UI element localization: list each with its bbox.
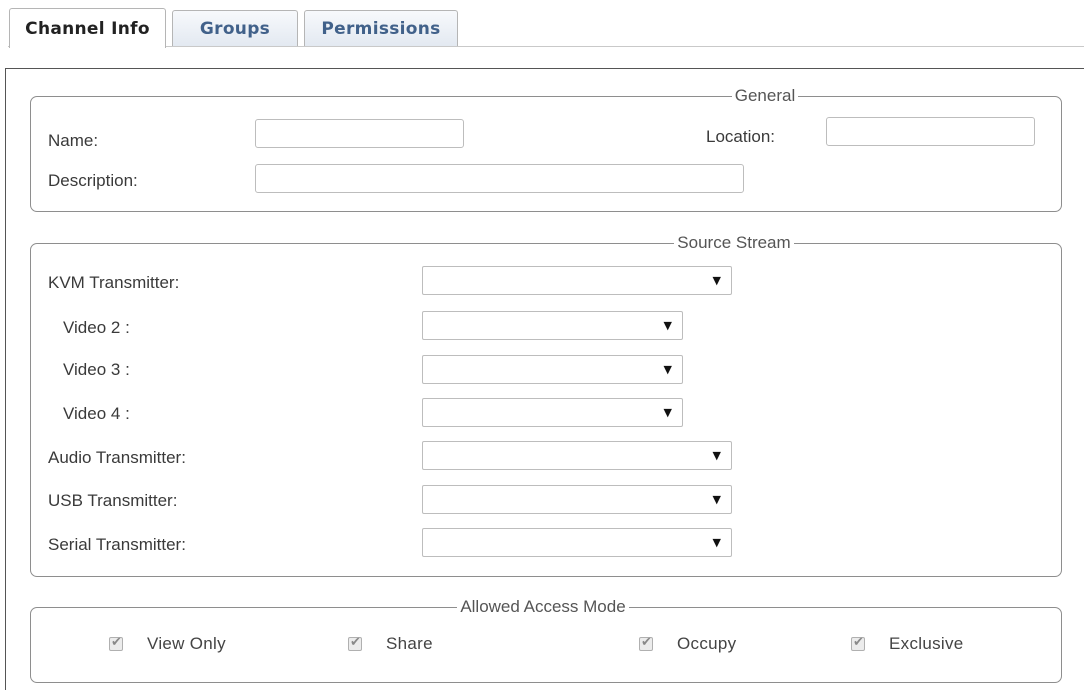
kvm-transmitter-label: KVM Transmitter: (48, 273, 180, 292)
tab-groups[interactable]: Groups (172, 10, 298, 46)
occupy-label: Occupy (677, 634, 737, 653)
share-checkbox[interactable]: ✔ (348, 635, 362, 651)
tab-channel-info[interactable]: Channel Info (9, 8, 166, 48)
name-label: Name: (48, 131, 99, 150)
video-3-select[interactable]: ▼ (422, 355, 683, 384)
usb-transmitter-select[interactable]: ▼ (422, 485, 732, 514)
usb-transmitter-label: USB Transmitter: (48, 491, 178, 510)
audio-transmitter-select[interactable]: ▼ (422, 441, 732, 470)
view-only-option[interactable]: ✔ View Only (109, 634, 226, 654)
access-mode-group-title: Allowed Access Mode (25, 597, 1061, 617)
tab-bar-divider (8, 46, 1084, 47)
checkmark-icon: ✔ (641, 635, 652, 650)
kvm-transmitter-select[interactable]: ▼ (422, 266, 732, 295)
general-group-title: General (469, 86, 1061, 106)
caret-down-icon: ▼ (712, 536, 721, 549)
source-stream-group-title: Source Stream (407, 233, 1061, 253)
checkmark-icon: ✔ (111, 635, 122, 650)
exclusive-label: Exclusive (889, 634, 964, 653)
channel-editor: Channel Info Groups Permissions General … (0, 0, 1084, 690)
video-4-label: Video 4 : (63, 404, 130, 423)
exclusive-option[interactable]: ✔ Exclusive (851, 634, 964, 654)
occupy-checkbox[interactable]: ✔ (639, 635, 653, 651)
caret-down-icon: ▼ (712, 449, 721, 462)
audio-transmitter-label: Audio Transmitter: (48, 448, 186, 467)
serial-transmitter-label: Serial Transmitter: (48, 535, 186, 554)
checkmark-icon: ✔ (853, 635, 864, 650)
general-group: General (30, 86, 1062, 212)
caret-down-icon: ▼ (712, 493, 721, 506)
tab-bar: Channel Info Groups Permissions (0, 0, 1084, 48)
video-4-select[interactable]: ▼ (422, 398, 683, 427)
channel-info-panel: General Name: Location: Description: Sou… (5, 68, 1084, 690)
name-input[interactable] (255, 119, 464, 148)
location-input[interactable] (826, 117, 1035, 146)
tab-permissions[interactable]: Permissions (304, 10, 458, 46)
caret-down-icon: ▼ (712, 274, 721, 287)
view-only-checkbox[interactable]: ✔ (109, 635, 123, 651)
description-input[interactable] (255, 164, 744, 193)
checkmark-icon: ✔ (350, 635, 361, 650)
video-2-select[interactable]: ▼ (422, 311, 683, 340)
serial-transmitter-select[interactable]: ▼ (422, 528, 732, 557)
caret-down-icon: ▼ (663, 406, 672, 419)
location-label: Location: (706, 127, 775, 146)
video-3-label: Video 3 : (63, 360, 130, 379)
share-label: Share (386, 634, 433, 653)
occupy-option[interactable]: ✔ Occupy (639, 634, 736, 654)
share-option[interactable]: ✔ Share (348, 634, 433, 654)
description-label: Description: (48, 171, 138, 190)
view-only-label: View Only (147, 634, 226, 653)
caret-down-icon: ▼ (663, 363, 672, 376)
exclusive-checkbox[interactable]: ✔ (851, 635, 865, 651)
caret-down-icon: ▼ (663, 319, 672, 332)
video-2-label: Video 2 : (63, 318, 130, 337)
